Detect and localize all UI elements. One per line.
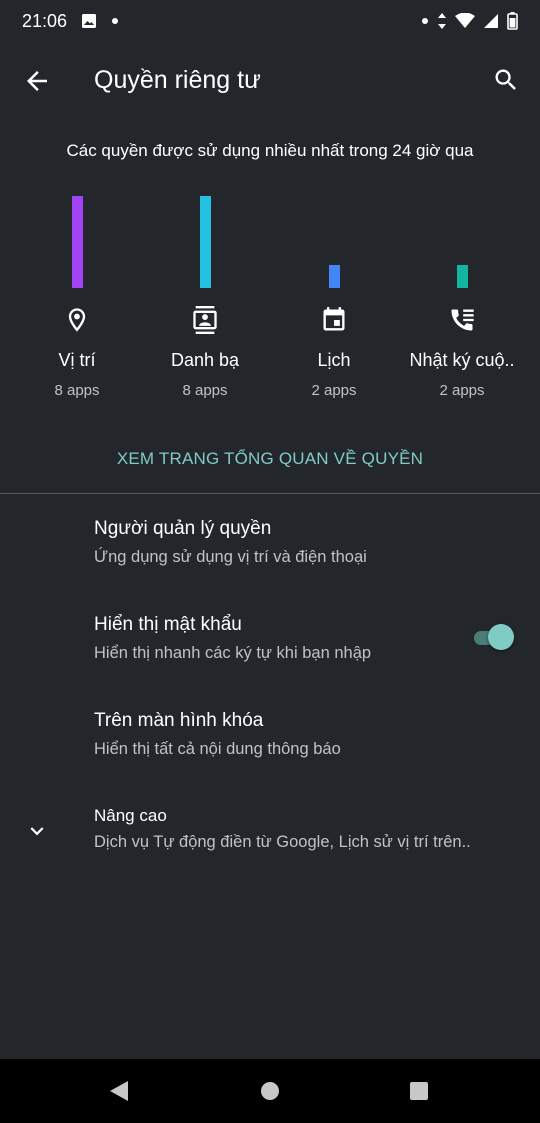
setting-lock-screen[interactable]: Trên màn hình khóa Hiển thị tất cả nội d… (0, 710, 540, 802)
status-time: 21:06 (22, 10, 68, 31)
setting-subtitle: Dịch vụ Tự động điền từ Google, Lịch sử … (94, 833, 471, 851)
permission-app-count: 8 apps (54, 382, 100, 399)
permission-app-count: 8 apps (182, 382, 228, 399)
permission-location[interactable]: Vị trí 8 apps (12, 190, 142, 399)
setting-title: Nâng cao (94, 806, 167, 825)
search-button[interactable] (492, 66, 520, 94)
nav-back-button[interactable] (108, 1079, 130, 1108)
search-icon (495, 69, 516, 90)
toggle-thumb (488, 624, 514, 650)
image-notification-icon (81, 13, 97, 29)
call-log-icon (451, 309, 474, 331)
usage-bar-call-log (457, 265, 468, 288)
navigation-bar (0, 1059, 540, 1123)
setting-title: Hiển thị mật khẩu (94, 614, 242, 635)
circle-home-icon (261, 1082, 279, 1100)
setting-show-passwords[interactable]: Hiển thị mật khẩu Hiển thị nhanh các ký … (0, 614, 540, 706)
data-transfer-icon (437, 12, 447, 30)
setting-title: Trên màn hình khóa (94, 710, 264, 731)
permission-label: Vị trí (58, 350, 96, 370)
contacts-icon (193, 306, 217, 334)
wifi-icon (455, 13, 475, 29)
permission-app-count: 2 apps (311, 382, 357, 399)
nav-home-button[interactable] (259, 1079, 281, 1108)
square-recents-icon (410, 1082, 428, 1100)
status-bar: 21:06 (0, 0, 540, 42)
permission-label: Danh bạ (170, 350, 240, 370)
app-bar: Quyền riêng tư (0, 50, 540, 110)
notification-dot-icon (111, 17, 119, 25)
triangle-back-icon (110, 1081, 128, 1101)
usage-bar-contacts (200, 196, 211, 288)
nav-recents-button[interactable] (408, 1079, 430, 1108)
permission-calendar[interactable]: Lịch 2 apps (269, 190, 399, 399)
cell-signal-icon (483, 13, 499, 29)
calendar-icon (323, 307, 345, 331)
permission-call-log[interactable]: Nhật ký cuộ.. 2 apps (397, 190, 527, 399)
notification-dot-icon (421, 17, 429, 25)
divider (0, 493, 540, 494)
show-passwords-toggle[interactable] (472, 624, 516, 652)
chevron-down-icon (30, 827, 44, 836)
setting-title: Người quản lý quyền (94, 518, 272, 539)
usage-bar-location (72, 196, 83, 288)
battery-icon (507, 12, 518, 30)
page-title: Quyền riêng tư (94, 66, 261, 94)
permission-usage-chart: Vị trí 8 apps Danh bạ 8 apps Lịch 2 apps… (0, 190, 540, 410)
permission-label: Lịch (317, 350, 351, 370)
usage-chart-title: Các quyền được sử dụng nhiều nhất trong … (66, 141, 474, 160)
setting-subtitle: Hiển thị nhanh các ký tự khi bạn nhập (94, 644, 372, 662)
permission-app-count: 2 apps (439, 382, 485, 399)
usage-bar-calendar (329, 265, 340, 288)
back-button[interactable] (22, 66, 52, 96)
location-pin-icon (68, 308, 86, 332)
arrow-back-icon (27, 71, 47, 91)
permission-label: Nhật ký cuộ.. (409, 350, 515, 370)
setting-subtitle: Hiển thị tất cả nội dung thông báo (94, 740, 341, 758)
setting-subtitle: Ứng dụng sử dụng vị trí và điện thoại (94, 548, 367, 566)
permission-contacts[interactable]: Danh bạ 8 apps (140, 190, 270, 399)
see-permissions-overview-link[interactable]: XEM TRANG TỔNG QUAN VỀ QUYỀN (0, 449, 540, 469)
setting-permission-manager[interactable]: Người quản lý quyền Ứng dụng sử dụng vị … (0, 518, 540, 610)
setting-advanced[interactable]: Nâng cao Dịch vụ Tự động điền từ Google,… (0, 806, 540, 898)
